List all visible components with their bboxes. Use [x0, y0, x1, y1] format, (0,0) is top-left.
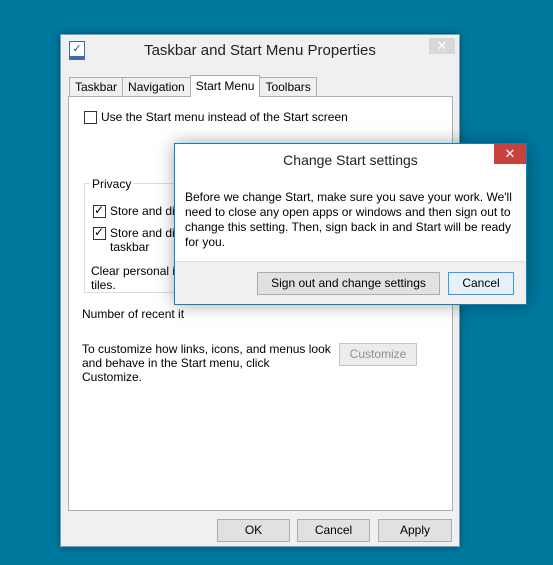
dialog-title: Change Start settings	[283, 152, 418, 168]
apply-button[interactable]: Apply	[378, 519, 452, 542]
customize-description: To customize how links, icons, and menus…	[82, 342, 331, 384]
dialog-titlebar[interactable]: Change Start settings ✕	[175, 144, 526, 174]
tab-toolbars[interactable]: Toolbars	[259, 77, 317, 97]
clear-personal-line1: Clear personal inf	[91, 264, 186, 278]
window-titlebar[interactable]: ✓ Taskbar and Start Menu Properties ✕	[61, 35, 459, 67]
store-items-checkbox[interactable]	[93, 225, 106, 240]
store-items-label-line2: taskbar	[110, 240, 150, 254]
tab-taskbar[interactable]: Taskbar	[69, 77, 124, 97]
start-menu-option-label: Use the Start menu instead of the Start …	[101, 110, 348, 124]
customize-button[interactable]: Customize	[339, 343, 417, 366]
start-menu-option-row[interactable]: Use the Start menu instead of the Start …	[84, 110, 348, 124]
tab-strip: Taskbar Navigation Start Menu Toolbars	[69, 75, 317, 97]
dialog-cancel-button[interactable]: Cancel	[448, 272, 514, 295]
cancel-button[interactable]: Cancel	[297, 519, 370, 542]
ok-button[interactable]: OK	[217, 519, 290, 542]
tab-navigation[interactable]: Navigation	[122, 77, 191, 97]
clear-personal-line2: tiles.	[91, 278, 116, 292]
store-programs-checkbox[interactable]	[93, 203, 106, 218]
recent-items-label: Number of recent it	[82, 307, 185, 321]
dialog-footer: Sign out and change settings Cancel	[175, 261, 526, 304]
tab-start-menu[interactable]: Start Menu	[189, 75, 261, 97]
window-close-button[interactable]: ✕	[429, 38, 455, 54]
dialog-close-button[interactable]: ✕	[494, 144, 526, 164]
start-menu-checkbox[interactable]	[84, 111, 97, 124]
clear-personal-text: Clear personal inf tiles.	[91, 264, 185, 292]
window-title: Taskbar and Start Menu Properties	[144, 42, 376, 59]
sign-out-and-change-button[interactable]: Sign out and change settings	[257, 272, 440, 295]
dialog-message: Before we change Start, make sure you sa…	[185, 190, 512, 249]
privacy-legend: Privacy	[90, 177, 134, 191]
change-start-settings-dialog: Change Start settings ✕ Before we change…	[174, 143, 527, 305]
